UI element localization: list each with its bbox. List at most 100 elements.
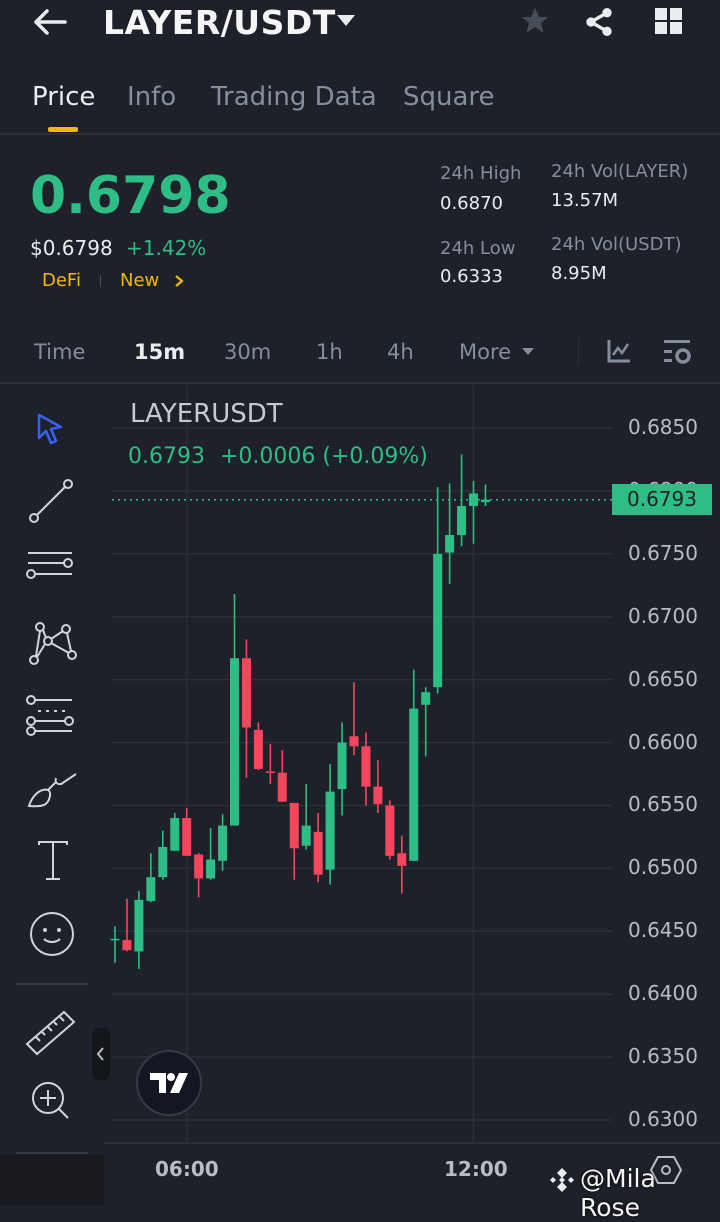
candle-body-down: [194, 854, 204, 879]
indicator-chart-icon[interactable]: [606, 338, 632, 364]
timeframe-time[interactable]: Time: [34, 340, 85, 364]
toolbar-footer: [0, 1155, 104, 1205]
timeframe-more[interactable]: More: [459, 340, 511, 364]
time-label-0600: 06:00: [155, 1157, 219, 1181]
legend-change: +0.0006 (+0.09%): [220, 444, 428, 469]
divider: [578, 338, 579, 364]
binance-logo-icon: [550, 1168, 574, 1192]
text-tool-icon[interactable]: [36, 840, 70, 882]
tag-separator: [100, 275, 101, 287]
price-tick-label: 0.6450: [628, 918, 698, 943]
cursor-icon[interactable]: [36, 412, 64, 448]
tab-info[interactable]: Info: [127, 82, 176, 112]
price-tick-label: 0.6350: [628, 1044, 698, 1069]
tab-trading-data[interactable]: Trading Data: [211, 82, 377, 112]
toolbar-divider: [16, 1152, 88, 1154]
candle-body-up: [480, 499, 490, 503]
brush-icon[interactable]: [26, 768, 80, 810]
price-tick-label: 0.6500: [628, 855, 698, 880]
price-tick-label: 0.6550: [628, 792, 698, 817]
candle-body-down: [277, 772, 287, 802]
ruler-icon[interactable]: [24, 1004, 78, 1058]
timeframe-15m[interactable]: 15m: [134, 340, 185, 364]
usd-price: $0.6798: [30, 236, 113, 260]
low-value: 0.6333: [440, 266, 503, 287]
star-icon[interactable]: [518, 5, 552, 37]
candle-body-up: [218, 825, 228, 861]
price-tick-label: 0.6750: [628, 540, 698, 565]
timeframe-30m[interactable]: 30m: [224, 340, 271, 364]
trend-line-icon[interactable]: [26, 476, 76, 526]
candle-body-down: [313, 831, 323, 875]
tab-square[interactable]: Square: [403, 82, 495, 112]
toolbar-divider: [16, 983, 88, 985]
high-value: 0.6870: [440, 193, 503, 214]
candle-body-up: [457, 506, 467, 535]
candle-body-down: [349, 736, 359, 747]
caret-down-icon[interactable]: [336, 14, 356, 28]
timeframe-4h[interactable]: 4h: [387, 340, 414, 364]
candle-body-down: [361, 746, 371, 787]
candle-body-down: [265, 771, 275, 773]
back-arrow-icon[interactable]: [32, 8, 68, 36]
candle-body-up: [158, 846, 168, 878]
low-label: 24h Low: [440, 238, 516, 259]
candle-body-up: [206, 859, 216, 879]
tradingview-logo[interactable]: [136, 1050, 202, 1116]
price-tick-label: 0.6600: [628, 729, 698, 754]
active-tab-indicator: [48, 127, 78, 132]
candle-body-up: [337, 742, 347, 790]
legend-price: 0.6793: [128, 444, 205, 469]
legend-symbol: LAYERUSDT: [130, 399, 283, 429]
price-tick-label: 0.6300: [628, 1107, 698, 1131]
emoji-icon[interactable]: [28, 910, 76, 958]
candle-body-down: [385, 805, 395, 856]
pattern-icon[interactable]: [26, 620, 78, 668]
chevron-right-icon[interactable]: [174, 274, 184, 288]
pair-title[interactable]: LAYER/USDT: [103, 3, 336, 42]
tradingview-icon: [150, 1073, 188, 1093]
candle-body-up: [134, 899, 144, 952]
candle-body-down: [241, 658, 251, 728]
caret-down-icon[interactable]: [521, 347, 535, 357]
candle-body-down: [397, 853, 407, 866]
price-tick-label: 0.6700: [628, 603, 698, 628]
candle-body-up: [230, 658, 239, 826]
candle-body-down: [373, 786, 383, 805]
candle-body-up: [469, 493, 478, 507]
candle-body-up: [325, 791, 335, 870]
time-label-1200: 12:00: [444, 1157, 508, 1181]
vol-quote-value: 8.95M: [551, 263, 607, 284]
last-price: 0.6798: [30, 166, 231, 226]
high-label: 24h High: [440, 163, 522, 184]
candle-body-down: [253, 729, 263, 769]
grid-menu-icon[interactable]: [654, 7, 684, 35]
price-tick-label: 0.6650: [628, 666, 698, 691]
change-percent: +1.42%: [126, 236, 207, 260]
tab-price[interactable]: Price: [32, 82, 95, 112]
tag-defi[interactable]: DeFi: [42, 270, 81, 291]
vol-base-value: 13.57M: [551, 190, 619, 211]
fibonacci-icon[interactable]: [24, 694, 78, 740]
candle-body-up: [110, 938, 120, 941]
current-price-label: 0.6793: [612, 484, 712, 515]
candle-body-up: [301, 825, 311, 846]
candlestick-chart[interactable]: [104, 385, 612, 1143]
candle-body-down: [182, 818, 192, 856]
candle-body-up: [433, 553, 443, 688]
timeframe-1h[interactable]: 1h: [316, 340, 343, 364]
chart-settings-icon[interactable]: [662, 338, 692, 366]
candle-body-down: [289, 802, 299, 849]
candle-body-up: [170, 818, 180, 851]
watermark: @Mila Rose: [580, 1164, 656, 1222]
share-icon[interactable]: [582, 6, 616, 38]
candle-body-up: [409, 708, 419, 861]
candle-body-up: [421, 692, 431, 705]
divider: [0, 382, 720, 384]
zoom-in-icon[interactable]: [30, 1080, 72, 1122]
candle-body-up: [445, 534, 455, 553]
tag-new[interactable]: New: [120, 270, 159, 291]
vol-base-label: 24h Vol(LAYER): [551, 161, 689, 182]
horizontal-lines-icon[interactable]: [24, 548, 78, 596]
time-axis-border: [104, 1142, 720, 1144]
